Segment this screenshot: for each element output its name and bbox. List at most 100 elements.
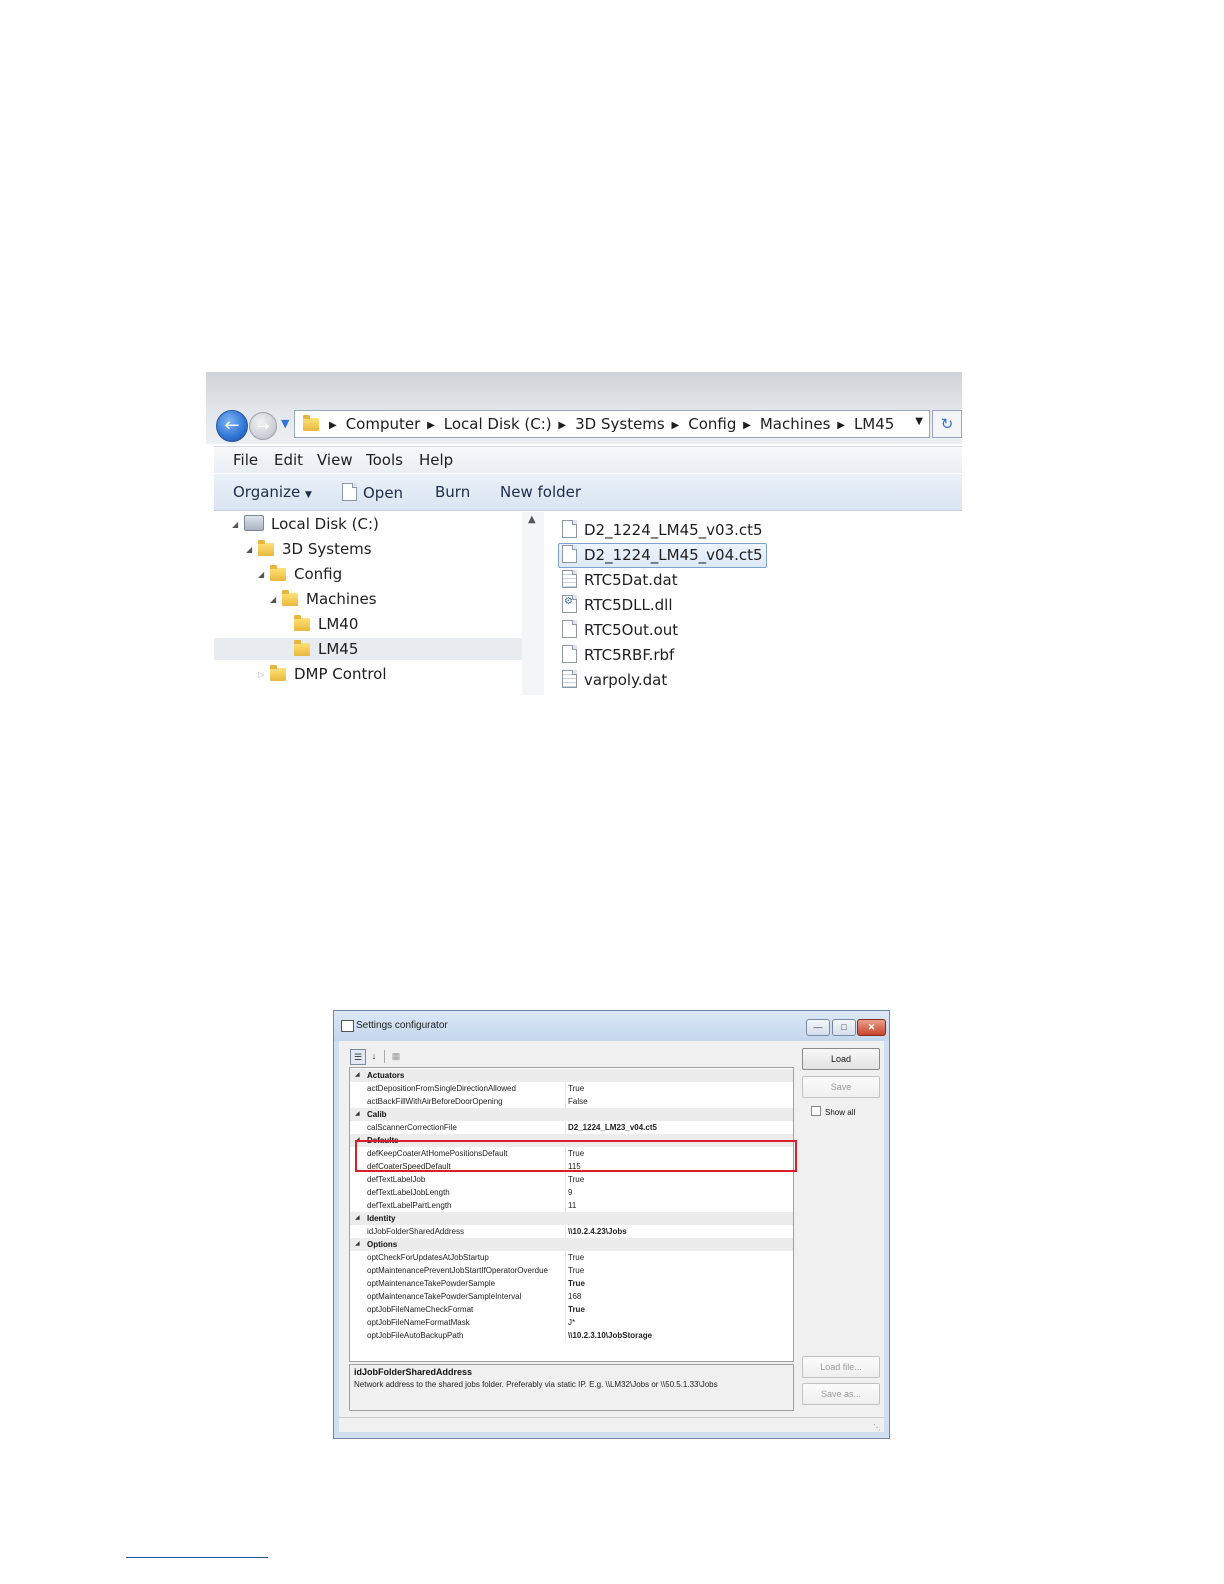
property-value[interactable]: True — [568, 1277, 585, 1290]
property-value[interactable]: True — [568, 1082, 584, 1095]
grid-row[interactable]: defTextLabelJobLength 9 — [350, 1186, 793, 1199]
title-bar[interactable]: Settings configurator — □ ✕ — [334, 1011, 889, 1041]
collapse-icon[interactable]: ◢ — [355, 1212, 360, 1225]
grid-row[interactable]: optMaintenanceTakePowderSampleInterval 16… — [350, 1290, 793, 1303]
breadcrumb-local-disk[interactable]: Local Disk (C:) — [444, 415, 552, 433]
resize-grip-icon[interactable]: ⋱ — [873, 1423, 881, 1432]
breadcrumb-computer[interactable]: Computer — [346, 415, 421, 433]
property-value[interactable]: \\10.2.3.10\JobStorage — [568, 1329, 652, 1342]
grid-row[interactable]: idJobFolderSharedAddress \\10.2.4.23\Jobs — [350, 1225, 793, 1238]
grid-row[interactable]: defTextLabelPartLength 11 — [350, 1199, 793, 1212]
list-item-selected[interactable]: D2_1224_LM45_v04.ct5 — [558, 543, 767, 568]
tree-item-dmp-control[interactable]: ▷ DMP Control — [258, 665, 387, 687]
expand-icon[interactable]: ◢ — [258, 570, 270, 579]
checkbox-icon[interactable] — [811, 1106, 821, 1116]
grid-row[interactable]: optMaintenancePreventJobStartIfOperatorO… — [350, 1264, 793, 1277]
recent-pages-dropdown-icon[interactable]: ▼ — [281, 417, 289, 430]
address-bar[interactable]: ▶ Computer ▶ Local Disk (C:) ▶ 3D Systems ▶… — [294, 410, 930, 438]
scroll-up-icon[interactable]: ▲ — [528, 514, 536, 525]
collapse-icon[interactable]: ◢ — [355, 1108, 360, 1121]
tree-item-lm45[interactable]: LM45 — [214, 638, 522, 660]
forward-button[interactable]: → — [249, 412, 277, 440]
grid-row[interactable]: calScannerCorrectionFile D2_1224_LM23_v04… — [350, 1121, 793, 1134]
grid-row[interactable]: actBackFillWithAirBeforeDoorOpening False — [350, 1095, 793, 1108]
app-icon — [341, 1020, 354, 1032]
property-value[interactable]: D2_1224_LM23_v04.ct5 — [568, 1121, 657, 1134]
menu-tools[interactable]: Tools — [366, 451, 403, 469]
category-label: Calib — [367, 1110, 387, 1119]
property-value[interactable]: True — [568, 1303, 585, 1316]
back-button[interactable]: ← — [216, 410, 248, 442]
tree-item-3d-systems[interactable]: ◢ 3D Systems — [246, 540, 372, 562]
tree-item-local-disk[interactable]: ◢ Local Disk (C:) — [232, 515, 379, 537]
show-all-checkbox[interactable]: Show all — [811, 1106, 855, 1117]
close-button[interactable]: ✕ — [857, 1019, 886, 1036]
property-name: defTextLabelJob — [367, 1175, 426, 1184]
breadcrumb-lm45[interactable]: LM45 — [854, 415, 894, 433]
property-grid[interactable]: ◢ Actuators actDepositionFromSingleDirecti… — [349, 1067, 794, 1362]
categorized-view-icon[interactable]: ☰ — [350, 1049, 366, 1065]
list-item[interactable]: RTC5DLL.dll — [562, 595, 673, 617]
tree-item-config[interactable]: ◢ Config — [258, 565, 342, 587]
list-item[interactable]: RTC5Dat.dat — [562, 570, 678, 592]
tree-scrollbar[interactable]: ▲ — [522, 512, 544, 695]
menu-view[interactable]: View — [317, 451, 353, 469]
collapse-icon[interactable]: ◢ — [355, 1069, 360, 1082]
property-value[interactable]: True — [568, 1173, 584, 1186]
grid-divider — [565, 1121, 566, 1134]
breadcrumb-3d-systems[interactable]: 3D Systems — [575, 415, 665, 433]
menu-help[interactable]: Help — [419, 451, 453, 469]
list-item[interactable]: RTC5RBF.rbf — [562, 645, 674, 667]
property-value[interactable]: True — [568, 1264, 584, 1277]
collapse-icon[interactable]: ◢ — [355, 1238, 360, 1251]
grid-row[interactable]: optJobFileNameCheckFormat True — [350, 1303, 793, 1316]
menu-edit[interactable]: Edit — [274, 451, 303, 469]
property-value[interactable]: 9 — [568, 1186, 572, 1199]
grid-row[interactable]: defTextLabelJob True — [350, 1173, 793, 1186]
grid-category-identity[interactable]: ◢ Identity — [350, 1212, 793, 1225]
expand-icon[interactable]: ◢ — [270, 595, 282, 604]
breadcrumb-config[interactable]: Config — [688, 415, 736, 433]
burn-button[interactable]: Burn — [435, 483, 470, 501]
expand-icon[interactable]: ◢ — [246, 545, 258, 554]
minimize-button[interactable]: — — [806, 1019, 830, 1036]
list-item[interactable]: D2_1224_LM45_v03.ct5 — [562, 520, 763, 542]
property-pages-icon[interactable]: ▦ — [389, 1049, 403, 1063]
grid-row[interactable]: optCheckForUpdatesAtJobStartup True — [350, 1251, 793, 1264]
new-folder-button[interactable]: New folder — [500, 483, 581, 501]
property-value[interactable]: J* — [568, 1316, 575, 1329]
save-button[interactable]: Save — [802, 1076, 880, 1098]
grid-category-options[interactable]: ◢ Options — [350, 1238, 793, 1251]
list-item[interactable]: RTC5Out.out — [562, 620, 678, 642]
save-as-button[interactable]: Save as... — [802, 1383, 880, 1405]
grid-category-calib[interactable]: ◢ Calib — [350, 1108, 793, 1121]
grid-row[interactable]: optMaintenanceTakePowderSample True — [350, 1277, 793, 1290]
breadcrumb-machines[interactable]: Machines — [760, 415, 831, 433]
alphabetical-sort-icon[interactable]: ↓ — [367, 1049, 381, 1063]
load-file-button[interactable]: Load file... — [802, 1356, 880, 1378]
grid-row[interactable]: optJobFileNameFormatMask J* — [350, 1316, 793, 1329]
grid-category-actuators[interactable]: ◢ Actuators — [350, 1069, 793, 1082]
tree-item-machines[interactable]: ◢ Machines — [270, 590, 377, 612]
organize-button[interactable]: Organize ▼ — [233, 483, 312, 501]
property-value[interactable]: False — [568, 1095, 588, 1108]
property-value[interactable]: True — [568, 1251, 584, 1264]
expand-icon[interactable]: ◢ — [232, 520, 244, 529]
property-value[interactable]: 168 — [568, 1290, 581, 1303]
property-value[interactable]: \\10.2.4.23\Jobs — [568, 1225, 627, 1238]
tree-item-lm40[interactable]: LM40 — [294, 615, 358, 637]
menu-file[interactable]: File — [233, 451, 258, 469]
grid-row[interactable]: actDepositionFromSingleDirectionAllowed T… — [350, 1082, 793, 1095]
address-dropdown-icon[interactable]: ▼ — [915, 416, 923, 427]
menu-bar: File Edit View Tools Help — [214, 446, 962, 473]
maximize-button[interactable]: □ — [832, 1019, 856, 1036]
chevron-right-icon: ▶ — [837, 420, 845, 431]
refresh-button[interactable]: ↻ — [932, 410, 962, 438]
grid-row[interactable]: optJobFileAutoBackupPath \\10.2.3.10\JobS… — [350, 1329, 793, 1342]
property-value[interactable]: 11 — [568, 1199, 576, 1212]
collapsed-icon[interactable]: ▷ — [258, 670, 270, 679]
load-button[interactable]: Load — [802, 1048, 880, 1070]
folder-icon — [258, 540, 274, 556]
list-item[interactable]: varpoly.dat — [562, 670, 667, 692]
open-button[interactable]: Open — [342, 483, 403, 502]
